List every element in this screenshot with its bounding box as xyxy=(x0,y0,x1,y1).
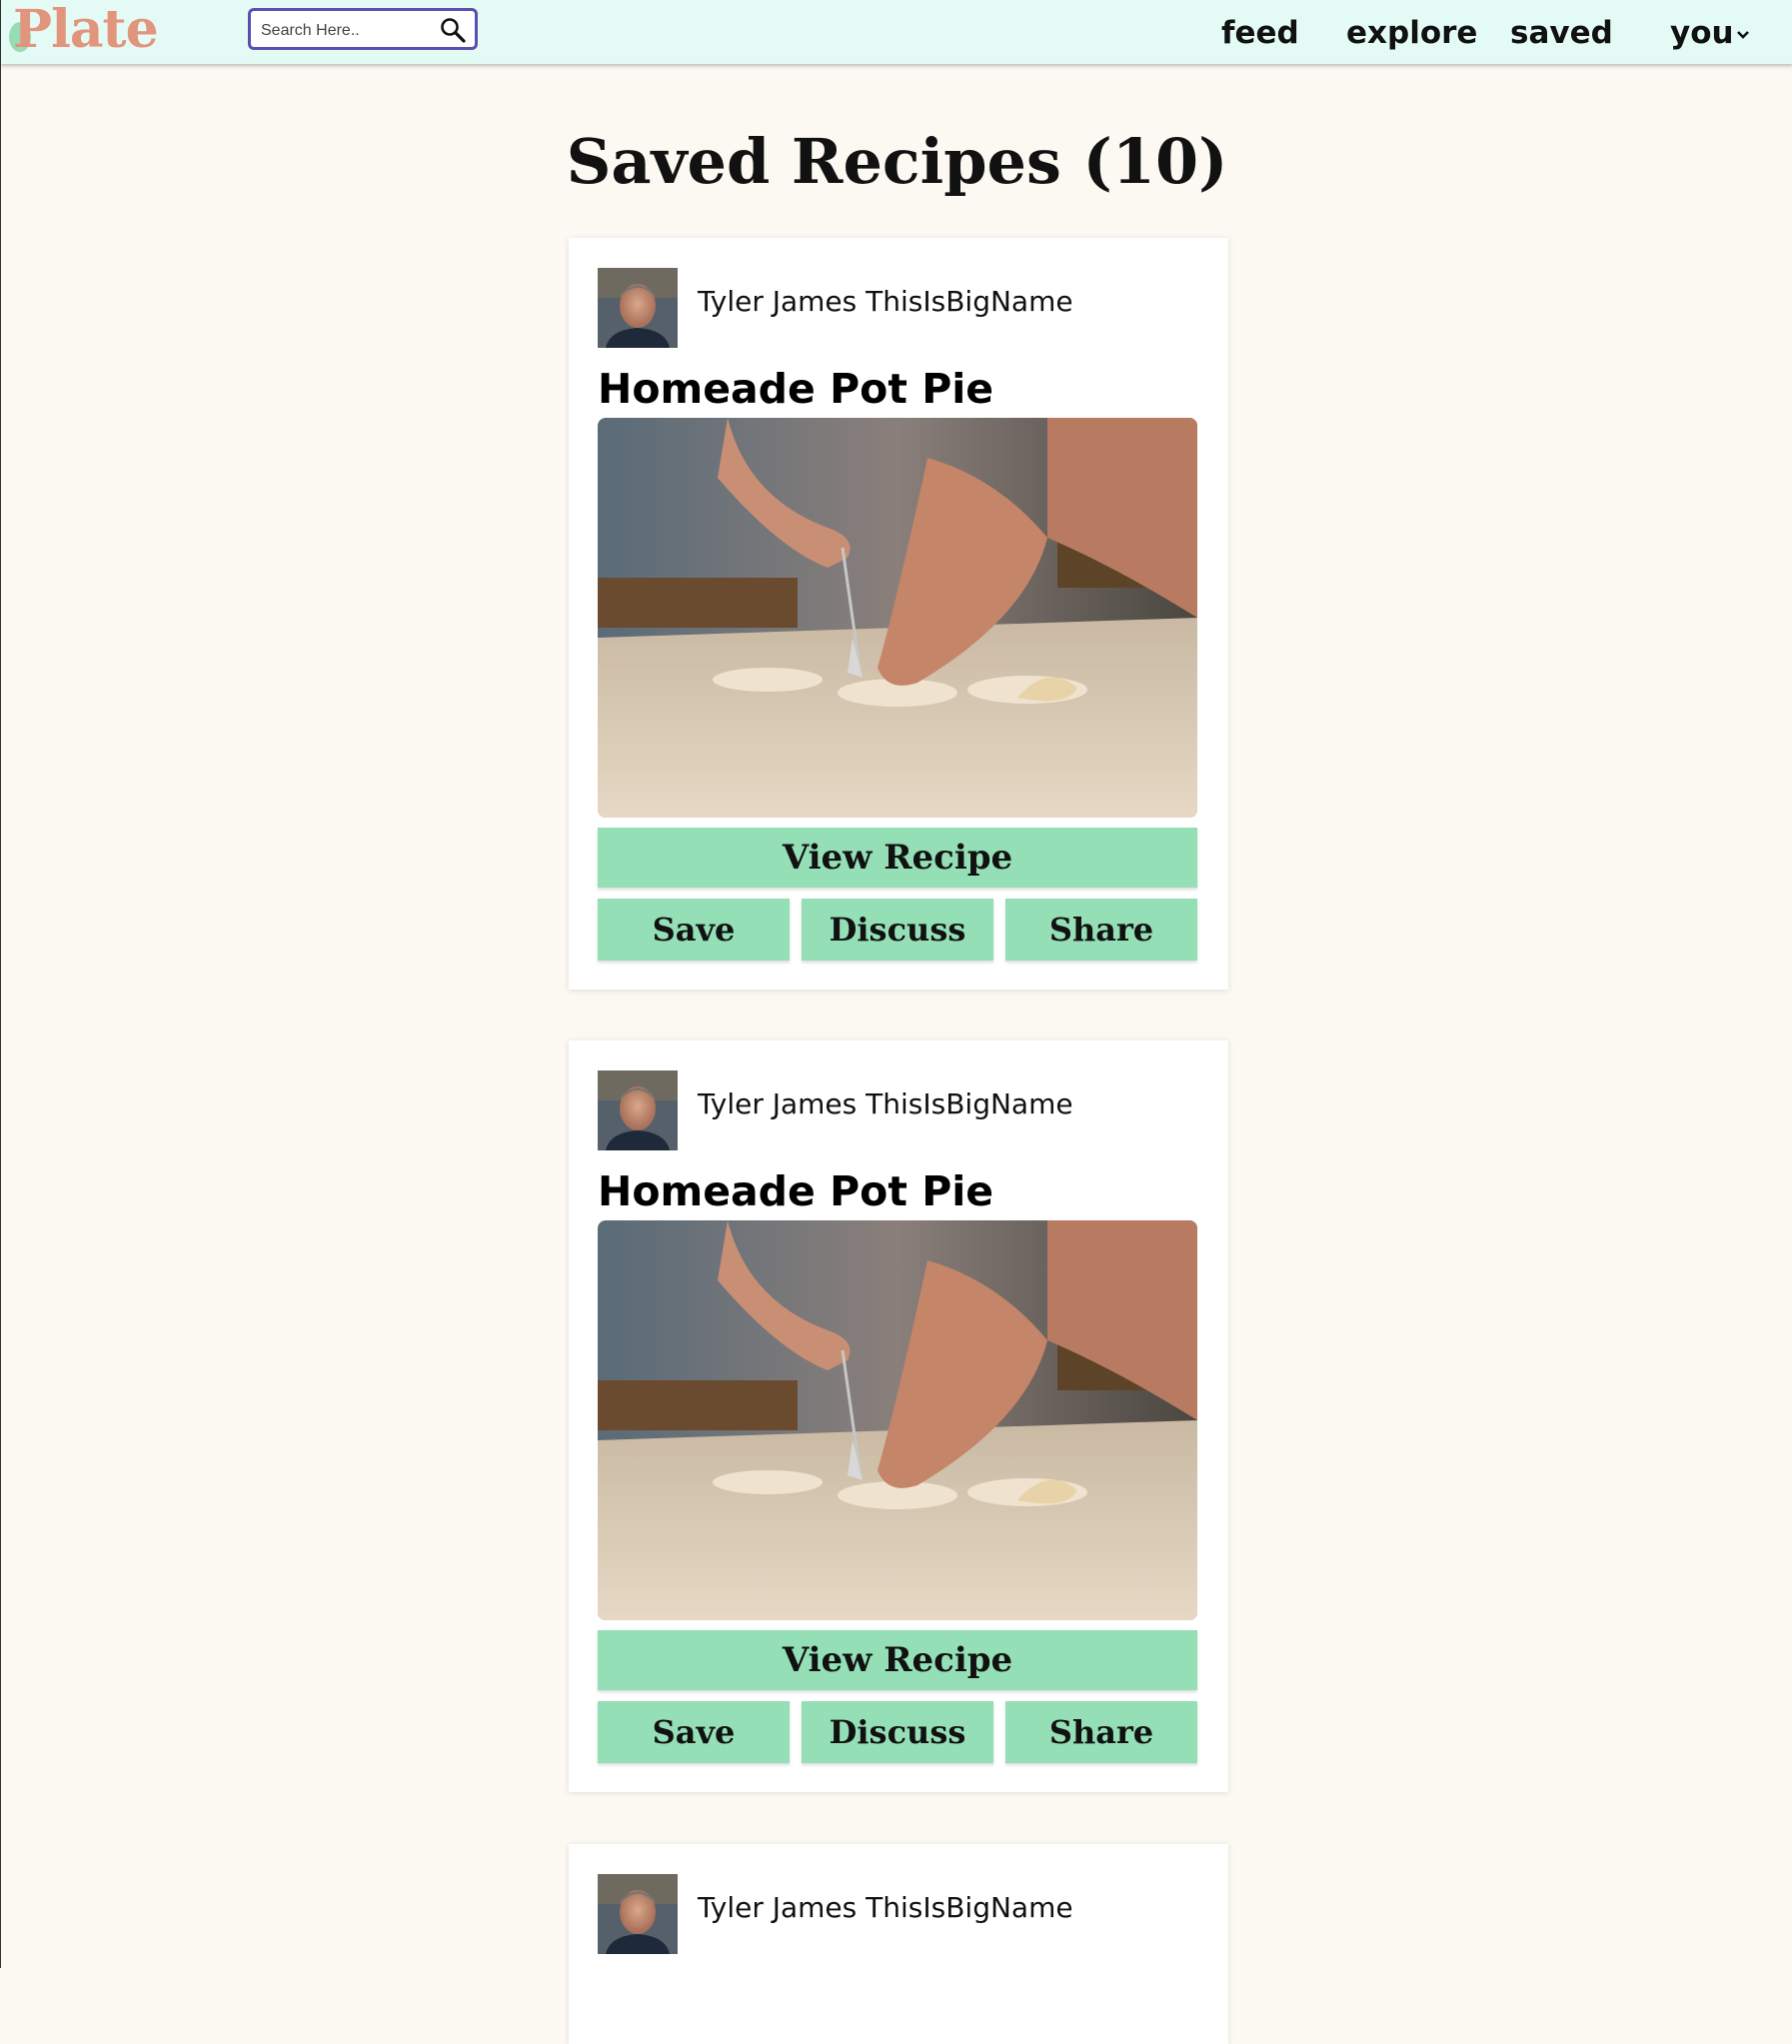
view-recipe-button[interactable]: View Recipe xyxy=(598,828,1197,888)
nav-you-label: you xyxy=(1670,15,1734,51)
discuss-button[interactable]: Discuss xyxy=(802,899,993,961)
recipe-photo[interactable] xyxy=(598,418,1197,818)
author-name[interactable]: Tyler James ThisIsBigName xyxy=(698,282,1073,322)
author-name[interactable]: Tyler James ThisIsBigName xyxy=(698,1888,1073,1928)
avatar[interactable] xyxy=(598,1070,678,1150)
search-icon[interactable] xyxy=(439,16,467,44)
nav-feed[interactable]: feed xyxy=(1221,12,1299,54)
recipe-photo[interactable] xyxy=(598,1220,1197,1620)
recipe-card: Tyler James ThisIsBigName Homeade Pot Pi… xyxy=(569,1040,1228,1792)
save-button[interactable]: Save xyxy=(598,899,790,961)
avatar[interactable] xyxy=(598,268,678,348)
search-input[interactable] xyxy=(261,20,431,42)
nav-explore[interactable]: explore xyxy=(1346,12,1477,54)
recipe-title[interactable]: Homeade Pot Pie xyxy=(598,362,993,416)
page-title: Saved Recipes (10) xyxy=(566,125,1228,198)
top-navbar: Plate feed explore saved you xyxy=(1,0,1792,64)
discuss-button[interactable]: Discuss xyxy=(802,1701,993,1763)
chevron-down-icon xyxy=(1736,14,1750,56)
share-button[interactable]: Share xyxy=(1005,1701,1197,1763)
app-logo[interactable]: Plate xyxy=(13,0,159,60)
recipe-card: Tyler James ThisIsBigName xyxy=(569,1844,1228,2044)
recipe-title[interactable]: Homeade Pot Pie xyxy=(598,1164,993,1218)
view-recipe-button[interactable]: View Recipe xyxy=(598,1630,1197,1690)
author-name[interactable]: Tyler James ThisIsBigName xyxy=(698,1084,1073,1124)
nav-you-menu[interactable]: you xyxy=(1670,12,1750,56)
search-box xyxy=(248,8,478,50)
recipe-card: Tyler James ThisIsBigName Homeade Pot Pi… xyxy=(569,238,1228,990)
nav-saved[interactable]: saved xyxy=(1510,12,1613,54)
share-button[interactable]: Share xyxy=(1005,899,1197,961)
save-button[interactable]: Save xyxy=(598,1701,790,1763)
avatar[interactable] xyxy=(598,1874,678,1954)
